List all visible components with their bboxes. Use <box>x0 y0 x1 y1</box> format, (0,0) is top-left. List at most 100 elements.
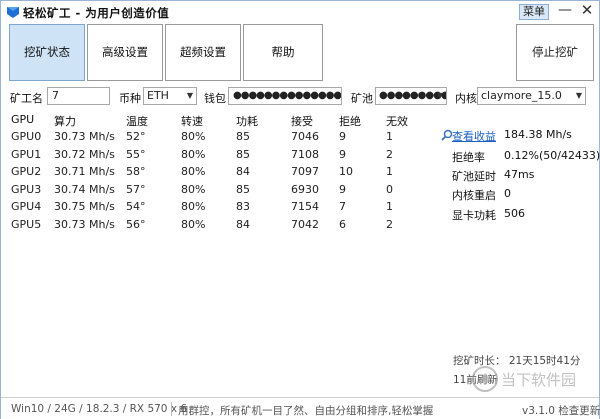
cell-gpu: GPU4 <box>11 200 42 213</box>
pool-latency-value: 47ms <box>504 168 535 181</box>
cell-invalid: 2 <box>386 147 393 161</box>
watermark-text: 当下软件园 <box>501 371 576 389</box>
status-message[interactable]: 用群控，所有矿机一目了然、自由分组和排序,轻松掌握 <box>178 403 433 418</box>
cell-accepted: 6930 <box>291 182 319 196</box>
cell-rejected: 9 <box>339 147 346 161</box>
header-hashrate: 算力 <box>54 115 76 128</box>
cell-invalid: 2 <box>386 217 393 231</box>
wallet-input[interactable]: ●●●●●●●●●●●●●●●●●●●●●●●●●●● <box>228 87 342 105</box>
pool-select[interactable]: ●●●●●●●●●●●●● ▼ <box>375 87 447 105</box>
cell-accepted: 7097 <box>291 165 319 178</box>
cell-fan: 80% <box>181 165 206 178</box>
watermark: 当下软件园 <box>471 363 595 395</box>
cell-accepted: 7046 <box>291 130 319 143</box>
stop-mining-button[interactable]: 停止挖矿 <box>516 24 594 81</box>
header-gpu: GPU <box>11 113 35 126</box>
menu-button[interactable]: 菜单 <box>519 4 549 20</box>
cell-fan: 80% <box>181 130 206 143</box>
view-earnings-link[interactable]: 查看收益 <box>452 128 496 144</box>
gpu-power-label: 显卡功耗 <box>452 209 496 222</box>
cell-temp: 54° <box>126 200 146 213</box>
cell-invalid: 0 <box>386 182 393 196</box>
cell-accepted: 7154 <box>291 200 319 213</box>
cell-invalid: 1 <box>386 165 393 178</box>
cell-invalid: 1 <box>386 130 393 143</box>
title-bar: 轻松矿工 - 为用户创造价值 菜单 — ✕ <box>1 1 599 23</box>
cell-gpu: GPU3 <box>11 182 42 196</box>
cell-gpu: GPU1 <box>11 147 42 161</box>
version-check-update[interactable]: v3.1.0 检查更新 <box>522 403 600 418</box>
chevron-down-icon: ▼ <box>575 91 582 100</box>
cell-gpu: GPU0 <box>11 130 42 143</box>
coin-select[interactable]: ETH ▼ <box>143 87 197 105</box>
kernel-select[interactable]: claymore_15.0 ▼ <box>477 87 586 105</box>
cell-temp: 52° <box>126 130 146 143</box>
header-invalid: 无效 <box>386 115 408 128</box>
table-row[interactable]: GPU1 30.72 Mh/s 55° 80% 85 7108 9 2 <box>9 148 439 165</box>
table-row[interactable]: GPU3 30.74 Mh/s 57° 80% 85 6930 9 0 <box>9 183 439 200</box>
tab-overclock-settings[interactable]: 超频设置 <box>165 24 241 81</box>
cell-fan: 80% <box>181 147 206 161</box>
cell-power: 83 <box>236 200 250 213</box>
table-row[interactable]: GPU4 30.75 Mh/s 54° 80% 83 7154 7 1 <box>9 200 439 217</box>
status-bar: Win10 / 24G / 18.2.3 / RX 570 x 6 用群控，所有… <box>1 397 600 419</box>
wallet-label: 钱包 <box>204 92 226 105</box>
table-row[interactable]: GPU5 30.73 Mh/s 56° 80% 84 7042 6 2 <box>9 218 439 235</box>
cell-hashrate: 30.72 Mh/s <box>54 147 115 161</box>
cell-rejected: 7 <box>339 200 346 213</box>
cell-hashrate: 30.71 Mh/s <box>54 165 115 178</box>
cell-accepted: 7108 <box>291 147 319 161</box>
status-divider <box>171 402 172 416</box>
header-power: 功耗 <box>236 115 258 128</box>
chevron-down-icon: ▼ <box>436 91 443 100</box>
worker-name-label: 矿工名 <box>10 92 43 105</box>
pool-label: 矿池 <box>351 92 373 105</box>
cell-power: 85 <box>236 147 250 161</box>
app-logo-icon <box>7 7 19 18</box>
cell-hashrate: 30.74 Mh/s <box>54 182 115 196</box>
chevron-down-icon: ▼ <box>186 91 193 100</box>
cell-fan: 80% <box>181 200 206 213</box>
watermark-logo-icon: 当下软件园 <box>472 366 576 392</box>
total-hashrate: 184.38 Mh/s <box>504 128 572 141</box>
window-title: 轻松矿工 - 为用户创造价值 <box>23 6 170 20</box>
reject-rate-label: 拒绝率 <box>452 151 485 164</box>
tab-help[interactable]: 帮助 <box>243 24 323 81</box>
kernel-restart-value: 0 <box>504 187 511 200</box>
close-button[interactable]: ✕ <box>579 3 595 19</box>
header-temp: 温度 <box>126 115 148 128</box>
cell-gpu: GPU2 <box>11 165 42 178</box>
cell-rejected: 9 <box>339 130 346 143</box>
tab-mining-status[interactable]: 挖矿状态 <box>9 24 85 81</box>
system-info: Win10 / 24G / 18.2.3 / RX 570 x 6 <box>11 403 188 415</box>
kernel-restart-label: 内核重启 <box>452 189 496 202</box>
pool-latency-label: 矿池延时 <box>452 170 496 183</box>
table-row[interactable]: GPU0 30.73 Mh/s 52° 80% 85 7046 9 1 <box>9 130 439 147</box>
cell-temp: 56° <box>126 217 146 231</box>
cell-temp: 58° <box>126 165 146 178</box>
cell-rejected: 10 <box>339 165 353 178</box>
table-row[interactable]: GPU2 30.71 Mh/s 58° 80% 84 7097 10 1 <box>9 165 439 182</box>
cell-gpu: GPU5 <box>11 217 42 231</box>
tab-advanced-settings[interactable]: 高级设置 <box>87 24 163 81</box>
coin-value: ETH <box>147 89 169 102</box>
minimize-button[interactable]: — <box>557 3 573 19</box>
cell-rejected: 9 <box>339 182 346 196</box>
cell-rejected: 6 <box>339 217 346 231</box>
cell-hashrate: 30.75 Mh/s <box>54 200 115 213</box>
cell-power: 85 <box>236 182 250 196</box>
coin-label: 币种 <box>119 92 141 105</box>
cell-accepted: 7042 <box>291 217 319 231</box>
cell-power: 84 <box>236 165 250 178</box>
header-rejected: 拒绝 <box>339 115 361 128</box>
reject-rate-value: 0.12%(50/42433) <box>504 149 600 162</box>
cell-power: 84 <box>236 217 250 231</box>
main-window: 轻松矿工 - 为用户创造价值 菜单 — ✕ 挖矿状态 高级设置 超频设置 帮助 … <box>0 0 600 419</box>
cell-fan: 80% <box>181 182 206 196</box>
gpu-table-header: GPU 算力 温度 转速 功耗 接受 拒绝 无效 <box>9 113 439 129</box>
gpu-power-value: 506 <box>504 207 525 220</box>
cell-power: 85 <box>236 130 250 143</box>
cell-fan: 80% <box>181 217 206 231</box>
worker-name-input[interactable]: 7 <box>47 87 110 105</box>
cell-hashrate: 30.73 Mh/s <box>54 130 115 143</box>
